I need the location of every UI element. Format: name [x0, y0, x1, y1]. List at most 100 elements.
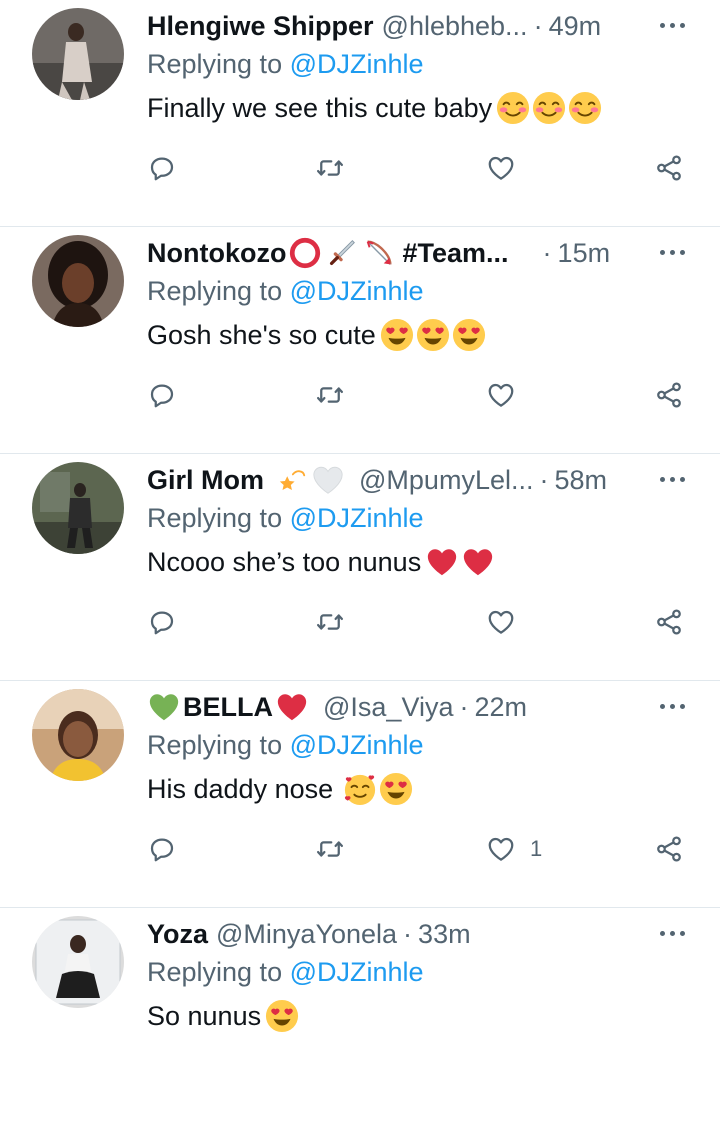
smiling-hearts-emoji: [343, 772, 377, 806]
user-handle[interactable]: @MinyaYonela: [216, 916, 397, 952]
mention-link[interactable]: @DJZinhle: [290, 49, 424, 79]
smiling-blush-emoji: [568, 91, 602, 125]
emoji-group: [343, 772, 413, 806]
tweet-card[interactable]: Hlengiwe Shipper @hlebheb... · 49m Reply…: [0, 0, 720, 227]
replying-to-line: Replying to @DJZinhle: [147, 46, 424, 82]
replying-to-label: Replying to: [147, 276, 290, 306]
avatar[interactable]: [32, 916, 124, 1008]
share-icon: [654, 607, 684, 637]
replying-to-label: Replying to: [147, 49, 290, 79]
display-name[interactable]: Yoza: [147, 916, 208, 952]
like-button[interactable]: [486, 604, 530, 640]
emoji-group: [425, 545, 495, 579]
mention-link[interactable]: @DJZinhle: [290, 276, 424, 306]
more-options-icon[interactable]: [654, 926, 690, 940]
mention-link[interactable]: @DJZinhle: [290, 957, 424, 987]
share-button[interactable]: [654, 150, 684, 186]
share-button[interactable]: [654, 831, 684, 867]
reply-icon: [147, 380, 177, 410]
tweet-text-content: Ncooo she’s too nunus: [147, 547, 422, 577]
tweet-card[interactable]: Yoza @MinyaYonela · 33m Replying to @DJZ…: [0, 908, 720, 1135]
tweet-text: So nunus: [147, 996, 299, 1036]
share-button[interactable]: [654, 604, 684, 640]
avatar[interactable]: [32, 689, 124, 781]
tweet-actions: 1: [147, 831, 697, 867]
avatar[interactable]: [32, 462, 124, 554]
user-handle[interactable]: @hlebheb...: [382, 8, 528, 44]
user-handle[interactable]: @Isa_Viya: [323, 689, 453, 725]
tweet-header: BELLA @Isa_Viya · 22m: [147, 689, 650, 725]
tweet-card[interactable]: Girl Mom @MpumyLel... · 58m Replying to …: [0, 454, 720, 681]
display-name[interactable]: Girl Mom: [147, 462, 264, 498]
mention-link[interactable]: @DJZinhle: [290, 503, 424, 533]
retweet-icon: [315, 153, 345, 183]
heart-eyes-emoji: [380, 318, 414, 352]
green-heart-emoji: [147, 690, 181, 724]
reply-button[interactable]: [147, 831, 177, 867]
tweet-card[interactable]: BELLA @Isa_Viya · 22m Replying to @DJZin…: [0, 681, 720, 908]
name-badges: [275, 690, 309, 724]
more-options-icon[interactable]: [654, 472, 690, 486]
replying-to-line: Replying to @DJZinhle: [147, 273, 424, 309]
reply-feed: Hlengiwe Shipper @hlebheb... · 49m Reply…: [0, 0, 720, 1055]
retweet-button[interactable]: [315, 604, 345, 640]
share-icon: [654, 380, 684, 410]
retweet-button[interactable]: [315, 377, 345, 413]
reply-button[interactable]: [147, 377, 177, 413]
tweet-card[interactable]: Nontokozo #Team... · 15m Replying to @DJ…: [0, 227, 720, 454]
dizzy-star-emoji: [274, 463, 308, 497]
replying-to-line: Replying to @DJZinhle: [147, 500, 424, 536]
red-heart-emoji: [275, 690, 309, 724]
like-button[interactable]: 1: [486, 831, 542, 867]
reply-icon: [147, 834, 177, 864]
timestamp[interactable]: 58m: [554, 462, 607, 498]
display-name-suffix[interactable]: #Team...: [402, 235, 508, 271]
reply-button[interactable]: [147, 150, 177, 186]
display-name[interactable]: Hlengiwe Shipper: [147, 8, 374, 44]
retweet-button[interactable]: [315, 831, 345, 867]
more-options-icon[interactable]: [654, 699, 690, 713]
tweet-header: Girl Mom @MpumyLel... · 58m: [147, 462, 650, 498]
retweet-button[interactable]: [315, 150, 345, 186]
like-button[interactable]: [486, 150, 530, 186]
user-handle[interactable]: @MpumyLel...: [359, 462, 533, 498]
reply-icon: [147, 153, 177, 183]
retweet-icon: [315, 834, 345, 864]
avatar[interactable]: [32, 235, 124, 327]
retweet-icon: [315, 380, 345, 410]
timestamp[interactable]: 22m: [474, 689, 527, 725]
like-button[interactable]: [486, 377, 530, 413]
heart-eyes-emoji: [452, 318, 486, 352]
tweet-header: Hlengiwe Shipper @hlebheb... · 49m: [147, 8, 650, 44]
mention-link[interactable]: @DJZinhle: [290, 730, 424, 760]
like-count: 1: [530, 836, 543, 861]
tweet-text: Ncooo she’s too nunus: [147, 542, 495, 582]
tweet-text-content: Finally we see this cute baby: [147, 93, 493, 123]
more-options-icon[interactable]: [654, 18, 690, 32]
heart-eyes-emoji: [416, 318, 450, 352]
heart-icon: [486, 380, 516, 410]
separator-dot: ·: [459, 692, 469, 722]
more-options-icon[interactable]: [654, 245, 690, 259]
replying-to-label: Replying to: [147, 730, 290, 760]
share-button[interactable]: [654, 377, 684, 413]
name-badges: [274, 463, 345, 497]
share-icon: [654, 834, 684, 864]
separator-dot: ·: [403, 919, 413, 949]
emoji-group: [380, 318, 486, 352]
red-circle-emoji: [288, 236, 322, 270]
separator-dot: ·: [533, 11, 543, 41]
retweet-icon: [315, 607, 345, 637]
reply-button[interactable]: [147, 604, 177, 640]
tweet-header: Yoza @MinyaYonela · 33m: [147, 916, 650, 952]
name-badges-before: [147, 690, 181, 724]
display-name[interactable]: BELLA: [183, 689, 273, 725]
timestamp[interactable]: 49m: [549, 8, 602, 44]
white-heart-emoji: [311, 463, 345, 497]
tweet-text-content: Gosh she's so cute: [147, 320, 376, 350]
timestamp[interactable]: 15m: [558, 235, 611, 271]
avatar[interactable]: [32, 8, 124, 100]
display-name[interactable]: Nontokozo: [147, 235, 286, 271]
tweet-header: Nontokozo #Team... · 15m: [147, 235, 650, 271]
timestamp[interactable]: 33m: [418, 916, 471, 952]
